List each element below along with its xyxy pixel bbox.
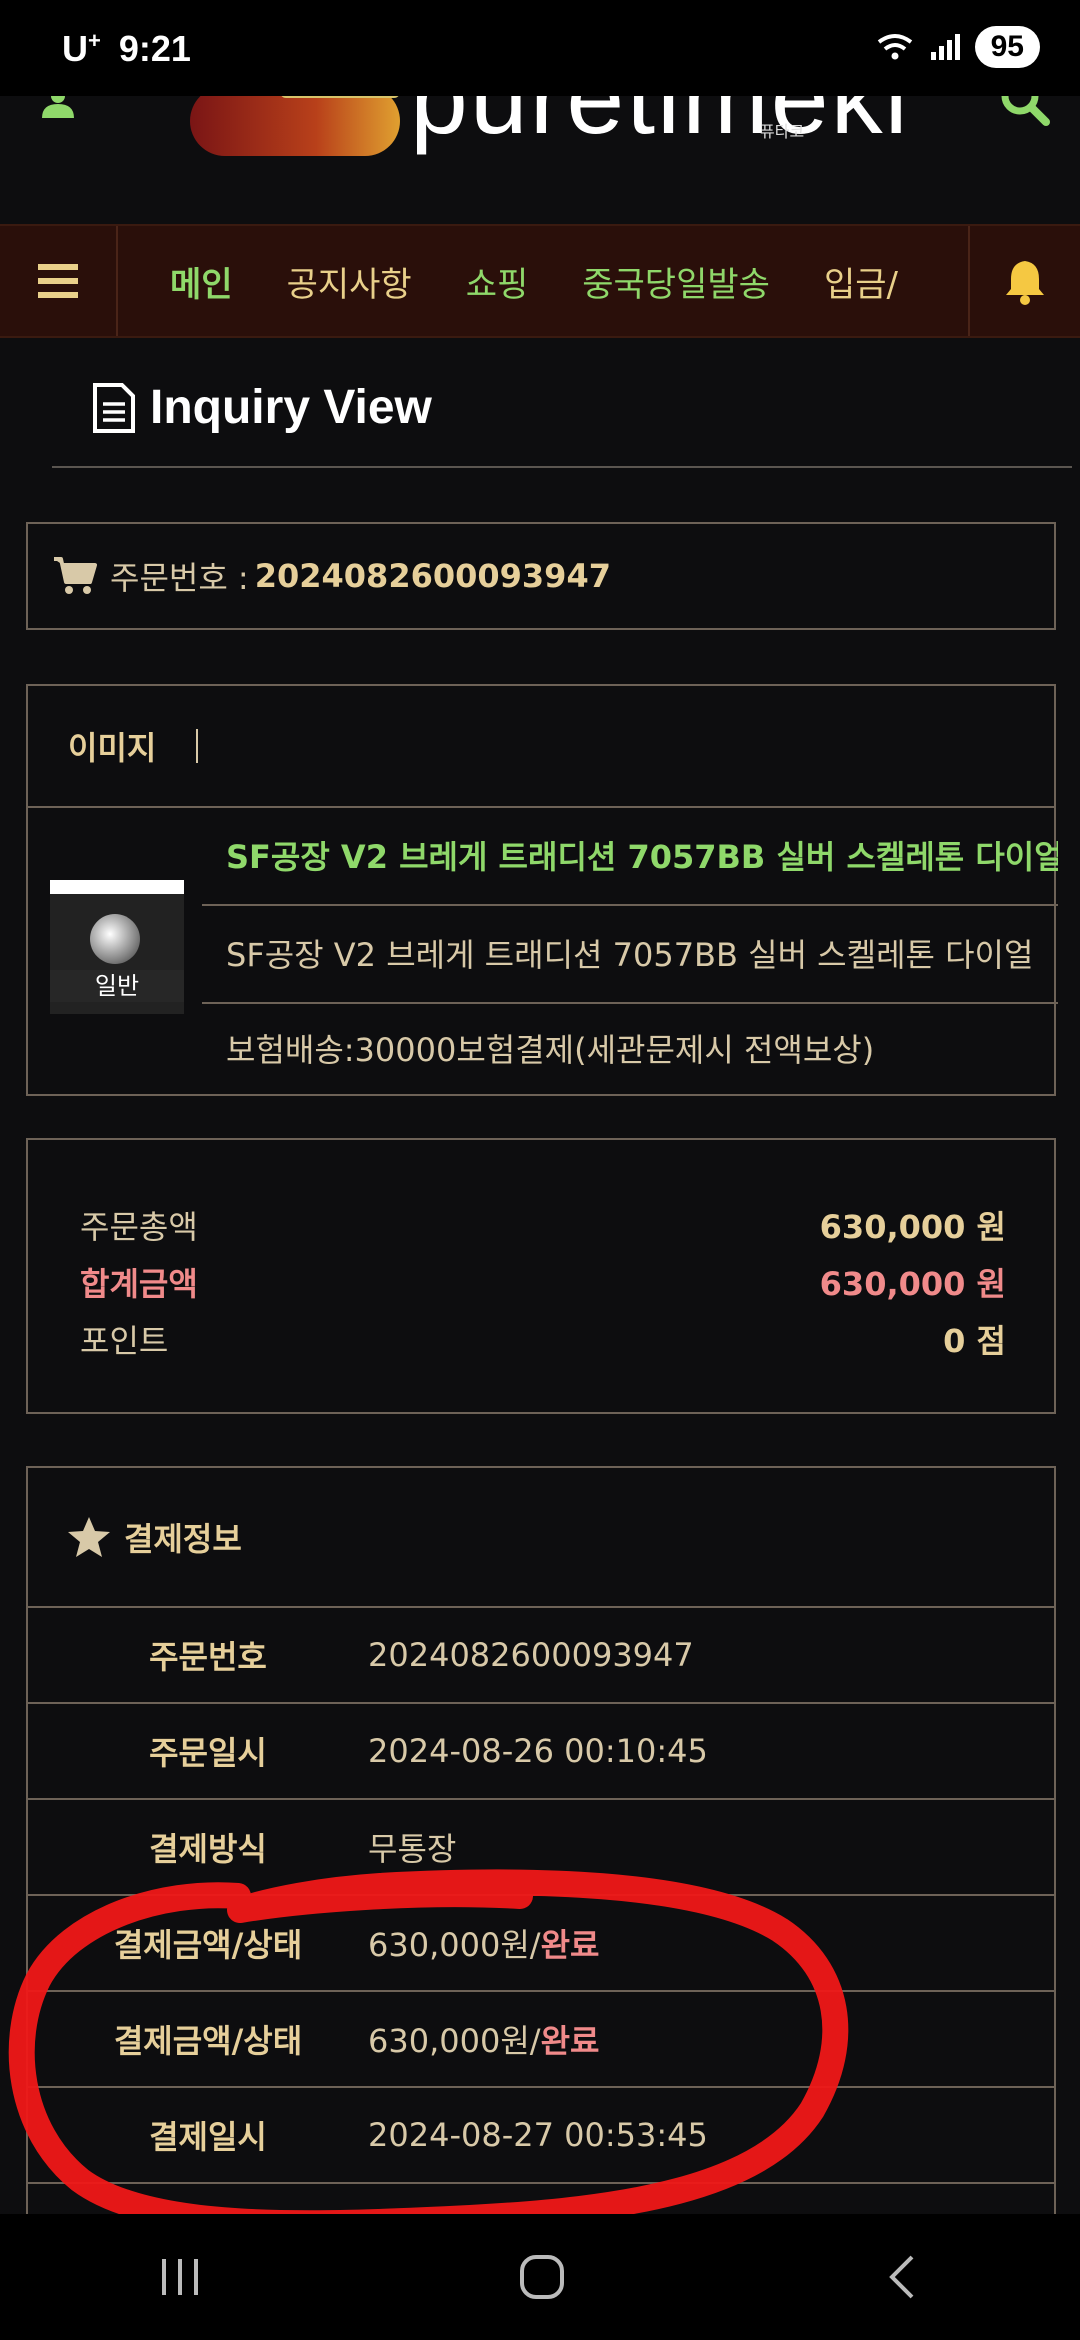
summary-label: 주문총액 bbox=[80, 1207, 198, 1246]
order-number-label: 주문번호 : bbox=[110, 559, 249, 597]
payment-key: 결제금액/상태 bbox=[113, 1926, 303, 1964]
payment-info-box: 결제정보 주문번호 2024082600093947 주문일시 2024-08-… bbox=[26, 1466, 1056, 2222]
cart-icon bbox=[54, 557, 97, 594]
payment-row: 주문일시 2024-08-26 00:10:45 bbox=[28, 1704, 1054, 1800]
nav-item-china-shipping[interactable]: 중국당일발송 bbox=[582, 257, 770, 306]
user-icon[interactable] bbox=[40, 96, 76, 118]
payment-value: 630,000원/ bbox=[368, 1926, 541, 1964]
site-header: puretimeki 퓨타코 bbox=[0, 96, 1080, 224]
nav-item-deposit[interactable]: 입금/ bbox=[824, 257, 898, 306]
nav-item-shopping[interactable]: 쇼핑 bbox=[466, 257, 529, 306]
payment-info-header: 결제정보 bbox=[28, 1468, 1054, 1608]
clock: 9:21 bbox=[118, 28, 191, 69]
nav-item-notice[interactable]: 공지사항 bbox=[287, 257, 412, 306]
product-option: 보험배송:30000보험결제(세관문제시 전액보상) bbox=[226, 1031, 875, 1069]
system-nav-bar bbox=[0, 2214, 1080, 2340]
status-icons: 95 bbox=[875, 26, 1040, 68]
payment-key: 결제방식 bbox=[149, 1830, 267, 1868]
star-icon bbox=[68, 1517, 110, 1557]
hamburger-icon bbox=[38, 264, 78, 298]
logo-subtext: 퓨타코 bbox=[760, 122, 805, 141]
home-icon[interactable] bbox=[518, 2253, 566, 2301]
summary-value: 0 점 bbox=[943, 1321, 1006, 1360]
product-name: SF공장 V2 브레게 트래디션 7057BB 실버 스켈레톤 다이얼 bbox=[202, 906, 1058, 1004]
thumbnail-top-bar bbox=[50, 880, 184, 894]
product-name-link[interactable]: SF공장 V2 브레게 트래디션 7057BB 실버 스켈레톤 다이얼 bbox=[202, 808, 1058, 906]
payment-row: 결제일시 2024-08-27 00:53:45 bbox=[28, 2088, 1054, 2184]
payment-key: 주문번호 bbox=[149, 1638, 267, 1676]
document-icon bbox=[93, 382, 135, 433]
payment-info-title: 결제정보 bbox=[124, 1520, 242, 1558]
payment-row: 주문번호 2024082600093947 bbox=[28, 1608, 1054, 1704]
summary-row-grand-total: 합계금액 630,000 원 bbox=[80, 1253, 1006, 1310]
carrier-plus: + bbox=[88, 28, 101, 53]
product-box: 이미지 일반 SF공장 V2 브레게 트래디션 7057BB 실버 스켈레톤 다… bbox=[26, 684, 1058, 1096]
status-bar: U+ 9:21 95 bbox=[0, 0, 1080, 96]
notification-button[interactable] bbox=[968, 226, 1080, 336]
header-separator bbox=[196, 729, 199, 763]
main-nav: 메인 공지사항 쇼핑 중국당일발송 입금/ bbox=[0, 224, 1080, 338]
product-thumbnail[interactable]: 일반 bbox=[50, 880, 184, 1014]
thumbnail-label: 일반 bbox=[50, 970, 184, 1002]
product-table-header: 이미지 bbox=[28, 686, 1054, 808]
payment-key: 결제일시 bbox=[149, 2118, 267, 2156]
image-column-header: 이미지 bbox=[68, 729, 157, 767]
logo-text[interactable]: puretimeki bbox=[410, 96, 910, 150]
battery-badge: 95 bbox=[974, 26, 1040, 68]
payment-value: 2024082600093947 bbox=[368, 1636, 694, 1674]
payment-row: 결제금액/상태 630,000원/완료 bbox=[28, 1992, 1054, 2088]
payment-status: 완료 bbox=[540, 1926, 600, 1964]
watch-image bbox=[90, 914, 140, 964]
carrier-name: U bbox=[62, 28, 88, 69]
payment-value: 2024-08-27 00:53:45 bbox=[368, 2116, 708, 2154]
order-number-value: 2024082600093947 bbox=[254, 557, 611, 595]
order-number-box: 주문번호 : 2024082600093947 bbox=[26, 522, 1056, 630]
nav-items: 메인 공지사항 쇼핑 중국당일발송 입금/ bbox=[118, 226, 968, 336]
payment-value: 무통장 bbox=[368, 1830, 457, 1868]
back-icon[interactable] bbox=[882, 2253, 922, 2301]
page-title-text: Inquiry View bbox=[150, 381, 432, 434]
search-icon[interactable] bbox=[996, 96, 1052, 128]
payment-key: 주문일시 bbox=[149, 1734, 267, 1772]
summary-label: 포인트 bbox=[80, 1321, 169, 1360]
summary-row-points: 포인트 0 점 bbox=[80, 1310, 1006, 1367]
signal-icon bbox=[930, 34, 960, 60]
nav-item-main[interactable]: 메인 bbox=[170, 257, 233, 306]
bell-icon bbox=[1006, 261, 1044, 305]
summary-value: 630,000 원 bbox=[819, 1264, 1006, 1303]
page-title: Inquiry View bbox=[92, 380, 432, 435]
menu-button[interactable] bbox=[0, 226, 118, 336]
payment-row: 결제금액/상태 630,000원/완료 bbox=[28, 1896, 1054, 1992]
payment-key: 결제금액/상태 bbox=[113, 2022, 303, 2060]
carrier-label: U+ 9:21 bbox=[62, 28, 191, 70]
payment-status: 완료 bbox=[540, 2022, 600, 2060]
payment-row: 결제방식 무통장 bbox=[28, 1800, 1054, 1896]
order-summary-box: 주문총액 630,000 원 합계금액 630,000 원 포인트 0 점 bbox=[26, 1138, 1056, 1414]
summary-label: 합계금액 bbox=[80, 1264, 198, 1303]
payment-value: 630,000원/ bbox=[368, 2022, 541, 2060]
summary-row-total: 주문총액 630,000 원 bbox=[80, 1196, 1006, 1253]
recent-apps-icon[interactable] bbox=[158, 2257, 202, 2297]
title-divider bbox=[52, 466, 1072, 468]
logo-graphic[interactable] bbox=[190, 96, 400, 156]
wifi-icon bbox=[877, 34, 912, 60]
payment-value: 2024-08-26 00:10:45 bbox=[368, 1732, 708, 1770]
summary-value: 630,000 원 bbox=[819, 1207, 1006, 1246]
